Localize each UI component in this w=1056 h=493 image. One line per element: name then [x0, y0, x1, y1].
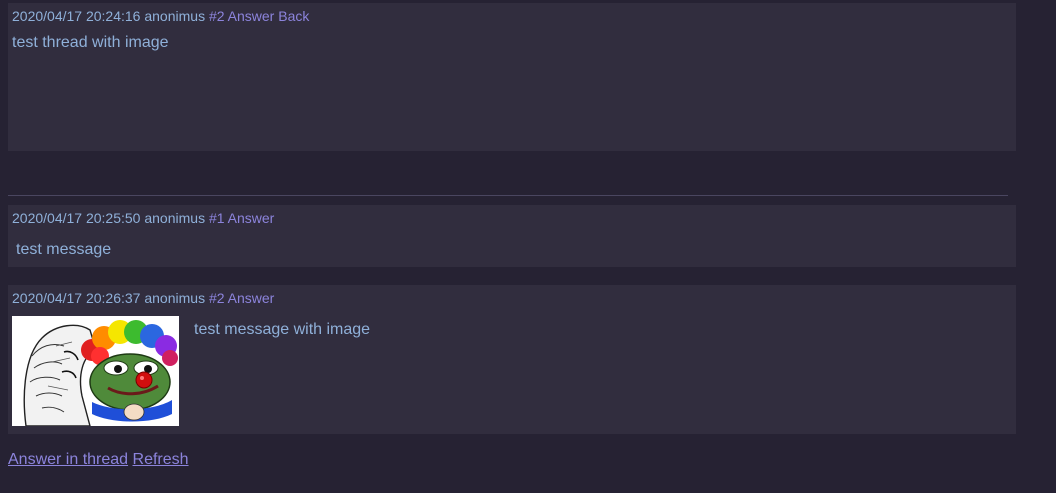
- post-header: 2020/04/17 20:25:50 anonimus #1 Answer: [12, 210, 274, 226]
- post-header: 2020/04/17 20:24:16 anonimus #2 Answer B…: [12, 8, 309, 24]
- post-header: 2020/04/17 20:26:37 anonimus #2 Answer: [12, 290, 274, 306]
- refresh-link[interactable]: Refresh: [133, 451, 189, 468]
- post-author: anonimus: [144, 210, 206, 226]
- reply-post: 2020/04/17 20:25:50 anonimus #1 Answer t…: [8, 205, 1016, 267]
- post-date: 2020/04/17 20:24:16: [12, 8, 141, 24]
- post-message: test thread with image: [12, 34, 169, 51]
- answer-link[interactable]: Answer: [228, 210, 275, 226]
- post-image-thumbnail[interactable]: [12, 316, 179, 426]
- post-number-link[interactable]: #2: [209, 8, 225, 24]
- clown-meme-image: [12, 316, 179, 426]
- post-number-link[interactable]: #2: [209, 290, 225, 306]
- post-date: 2020/04/17 20:26:37: [12, 290, 141, 306]
- thread-footer: Answer in thread Refresh: [8, 451, 189, 469]
- reply-post: 2020/04/17 20:26:37 anonimus #2 Answer t…: [8, 285, 1016, 434]
- answer-link[interactable]: Answer: [228, 290, 275, 306]
- post-date: 2020/04/17 20:25:50: [12, 210, 141, 226]
- post-message: test message with image: [194, 321, 371, 338]
- answer-in-thread-link[interactable]: Answer in thread: [8, 451, 128, 468]
- answer-back-link[interactable]: Answer Back: [228, 8, 310, 24]
- post-author: anonimus: [144, 8, 206, 24]
- thread-divider: [8, 195, 1008, 196]
- thread-op-post: 2020/04/17 20:24:16 anonimus #2 Answer B…: [8, 3, 1016, 151]
- post-number-link[interactable]: #1: [209, 210, 225, 226]
- post-author: anonimus: [144, 290, 206, 306]
- post-message: test message: [16, 241, 112, 258]
